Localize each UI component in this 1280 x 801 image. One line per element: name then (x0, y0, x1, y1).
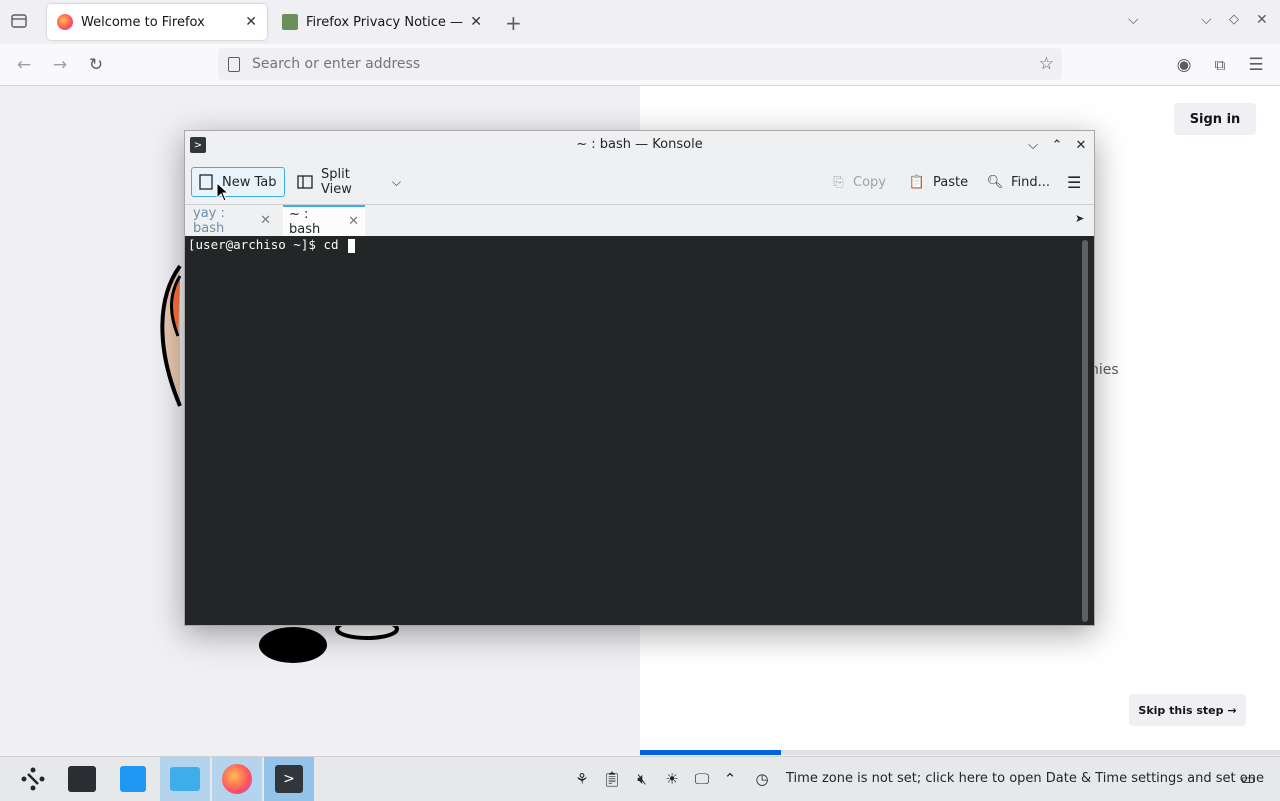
terminal-scrollbar[interactable] (1082, 240, 1088, 622)
terminal-line: [user@archiso ~]$ cd (188, 237, 356, 253)
menu-hamburger-icon[interactable]: ☰ (1243, 52, 1269, 78)
tab-yay-bash[interactable]: yay : bash ✕ (187, 205, 277, 236)
split-view-label: Split View (321, 167, 352, 197)
konsole-window: > ~ : bash — Konsole ⌵ ⌃ ✕ New Tab Split… (184, 130, 1095, 626)
paste-button[interactable]: 📋 Paste (903, 167, 971, 197)
tab-label: yay : bash (193, 205, 225, 236)
close-icon[interactable]: ✕ (245, 14, 257, 30)
account-icon[interactable]: ◉ (1171, 52, 1197, 78)
display-icon[interactable]: 🖵 (692, 769, 712, 789)
show-desktop-icon[interactable]: ▭ (1238, 769, 1258, 789)
hamburger-menu-icon[interactable]: ☰ (1061, 167, 1087, 197)
minimize-icon[interactable]: ⌵ (1023, 135, 1043, 155)
tab-label: Welcome to Firefox (81, 14, 205, 30)
system-settings-icon[interactable] (57, 757, 107, 801)
show-hidden-icons-chevron[interactable]: ⌃ (720, 769, 740, 789)
konsole-toolbar: New Tab Split View ⌵ ⎘ Copy 📋 Paste 🔍︎ F… (185, 161, 1094, 203)
chevron-down-icon[interactable]: ⌵ (392, 175, 401, 190)
clipboard-icon[interactable]: 📋︎ (602, 769, 622, 789)
skip-step-button[interactable]: Skip this step → (1129, 694, 1246, 726)
application-launcher-icon[interactable] (8, 757, 58, 801)
sign-in-button[interactable]: Sign in (1174, 103, 1256, 135)
address-input[interactable] (250, 55, 1014, 73)
clock-warning-icon[interactable]: ◷ (752, 769, 772, 789)
tab-home-bash[interactable]: ~ : bash ✕ (283, 205, 365, 237)
terminal-cursor (348, 238, 356, 253)
close-icon[interactable]: ✕ (470, 14, 482, 30)
window-title: ~ : bash — Konsole (576, 137, 703, 152)
discover-store-icon[interactable] (108, 757, 158, 801)
tab-welcome-to-firefox[interactable]: Welcome to Firefox ✕ (47, 4, 267, 40)
bookmark-star-icon[interactable]: ☆ (1039, 54, 1054, 74)
prompt-text: [user@archiso ~]$ cd (188, 237, 347, 252)
firefox-taskbar-icon[interactable] (212, 757, 262, 801)
paste-label: Paste (933, 174, 969, 190)
forward-arrow-icon[interactable]: → (47, 52, 73, 78)
split-view-icon (297, 174, 313, 190)
maximize-icon[interactable]: ◇ (1229, 12, 1239, 27)
close-icon[interactable]: ✕ (348, 214, 359, 229)
tab-label: ~ : bash (289, 206, 321, 237)
minimize-icon[interactable]: ⌵ (1201, 12, 1212, 28)
konsole-titlebar[interactable]: > ~ : bash — Konsole ⌵ ⌃ ✕ (185, 131, 1094, 159)
copy-button[interactable]: ⎘ Copy (826, 167, 892, 197)
page-icon (282, 14, 298, 30)
reload-icon[interactable]: ↻ (83, 52, 109, 78)
maximize-icon[interactable]: ⌃ (1047, 135, 1067, 155)
search-icon: 🔍︎ (986, 174, 1004, 190)
browser-tab-strip: Welcome to Firefox ✕ Firefox Privacy Not… (0, 0, 1280, 44)
tab-privacy-notice[interactable]: Firefox Privacy Notice — M ✕ (272, 4, 492, 40)
split-view-button[interactable]: Split View ⌵ (291, 167, 407, 197)
new-tab-plus-icon[interactable]: + (505, 11, 522, 35)
tab-overview-icon[interactable] (10, 12, 30, 32)
address-bar[interactable]: ☆ (218, 48, 1062, 80)
new-tab-button[interactable]: New Tab (191, 167, 285, 197)
list-tabs-chevron-icon[interactable]: ⌵ (1128, 12, 1139, 28)
new-tab-label: New Tab (222, 174, 277, 190)
new-tab-icon (198, 174, 214, 190)
tab-label: Firefox Privacy Notice — M (306, 14, 465, 30)
browser-navigation-bar: ← → ↻ ☆ ◉ ⧉ ☰ (0, 44, 1280, 86)
volume-muted-icon[interactable]: 🔇︎ (632, 769, 652, 789)
onboarding-progress-fill (640, 750, 781, 755)
terminal-area[interactable]: [user@archiso ~]$ cd (185, 236, 1094, 625)
copy-icon: ⎘ (833, 174, 844, 190)
close-window-icon[interactable]: ✕ (1256, 12, 1268, 28)
find-button[interactable]: 🔍︎ Find... (981, 167, 1053, 197)
firefox-icon (57, 14, 73, 30)
mascot-feet-illustration (259, 621, 399, 663)
paste-icon: 📋 (908, 174, 926, 190)
brightness-icon[interactable]: ☀ (662, 769, 682, 789)
find-label: Find... (1011, 174, 1051, 190)
copy-label: Copy (853, 174, 886, 190)
page-icon (228, 56, 240, 72)
konsole-tab-bar: yay : bash ✕ ~ : bash ✕ ➤ (185, 204, 1094, 237)
mouse-pointer-icon (216, 182, 230, 202)
close-icon[interactable]: ✕ (260, 213, 271, 228)
back-arrow-icon[interactable]: ← (11, 52, 37, 78)
taskbar: > ⚘ 📋︎ 🔇︎ ☀ 🖵 ⌃ ◷ Time zone is not set; … (0, 756, 1280, 801)
konsole-taskbar-icon[interactable]: > (264, 757, 314, 801)
file-manager-icon[interactable] (160, 757, 210, 801)
network-icon[interactable]: ⚘ (572, 769, 592, 789)
extensions-puzzle-icon[interactable]: ⧉ (1207, 52, 1233, 78)
close-icon[interactable]: ✕ (1071, 135, 1091, 155)
timezone-status-message[interactable]: Time zone is not set; click here to open… (786, 771, 1264, 786)
tab-scroll-arrow-icon[interactable]: ➤ (1075, 212, 1084, 225)
